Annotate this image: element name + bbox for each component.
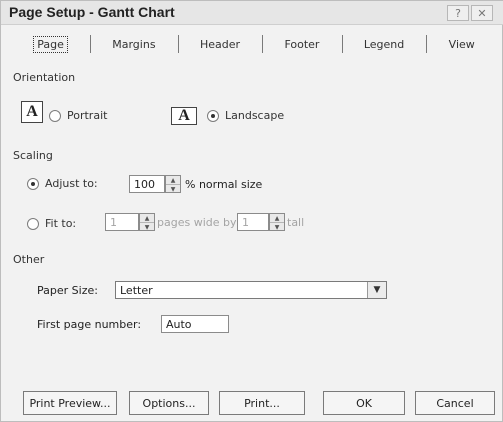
radio-selected-icon [207, 109, 219, 122]
cancel-button[interactable]: Cancel [415, 391, 495, 415]
help-icon: ? [455, 6, 461, 20]
fit-tall-value: 1 [242, 215, 249, 229]
adjust-percent-input[interactable]: 100 [129, 175, 165, 193]
cancel-label: Cancel [436, 396, 474, 410]
ok-label: OK [356, 396, 372, 410]
paper-size-label: Paper Size: [37, 284, 98, 297]
portrait-radio[interactable]: Portrait [49, 109, 107, 122]
spin-up-icon: ▲ [144, 214, 150, 222]
landscape-glyph: A [178, 107, 190, 124]
landscape-page-icon: A [171, 107, 197, 125]
portrait-page-icon: A [21, 101, 43, 123]
tab-label: Header [199, 37, 241, 51]
print-preview-label: Print Preview... [29, 396, 111, 410]
tab-legend[interactable]: Legend [341, 33, 427, 55]
spin-down-icon: ▼ [166, 184, 180, 193]
options-button[interactable]: Options... [129, 391, 209, 415]
fit-wide-suffix: pages wide by [157, 216, 237, 229]
landscape-radio[interactable]: Landscape [207, 109, 284, 122]
adjust-to-radio[interactable]: Adjust to: [27, 177, 98, 190]
tab-label: View [448, 37, 475, 51]
tab-footer[interactable]: Footer [262, 33, 341, 55]
fit-tall-suffix: tall [287, 216, 305, 229]
options-label: Options... [142, 396, 196, 410]
dialog-title: Page Setup - Gantt Chart [9, 4, 175, 20]
portrait-label: Portrait [67, 109, 108, 122]
adjust-suffix: % normal size [185, 178, 263, 191]
tab-label: Margins [112, 37, 156, 51]
close-button[interactable]: ✕ [471, 5, 493, 21]
radio-circle-icon [27, 217, 39, 230]
spin-up-icon: ▲ [274, 214, 280, 222]
chevron-down-icon: ▼ [367, 282, 386, 298]
fit-wide-spinner[interactable]: ▲ ▼ [139, 213, 155, 231]
tab-header[interactable]: Header [177, 33, 262, 55]
paper-size-value: Letter [120, 283, 153, 297]
first-page-value: Auto [166, 317, 192, 331]
portrait-glyph: A [26, 103, 38, 120]
ok-button[interactable]: OK [323, 391, 405, 415]
adjust-to-label: Adjust to: [45, 177, 98, 190]
tab-strip: Page Margins Header Footer Legend View [11, 33, 497, 55]
page-setup-dialog: Page Setup - Gantt Chart ? ✕ Page Margin… [0, 0, 503, 422]
scaling-label: Scaling [13, 149, 53, 162]
spin-up-icon: ▲ [170, 176, 176, 184]
spin-down-icon: ▼ [140, 222, 154, 231]
title-bar: Page Setup - Gantt Chart ? ✕ [1, 1, 503, 25]
tab-label: Page [33, 35, 68, 53]
print-preview-button[interactable]: Print Preview... [23, 391, 117, 415]
fit-tall-input[interactable]: 1 [237, 213, 269, 231]
first-page-label: First page number: [37, 318, 142, 331]
adjust-value: 100 [134, 177, 155, 191]
adjust-spinner[interactable]: ▲ ▼ [165, 175, 181, 193]
fit-to-radio[interactable]: Fit to: [27, 217, 76, 230]
tab-page[interactable]: Page [11, 33, 90, 55]
tab-margins[interactable]: Margins [90, 33, 178, 55]
landscape-label: Landscape [225, 109, 285, 122]
spin-down-icon: ▼ [270, 222, 284, 231]
radio-selected-icon [27, 177, 39, 190]
radio-circle-icon [49, 109, 61, 122]
fit-wide-input[interactable]: 1 [105, 213, 139, 231]
tab-view[interactable]: View [426, 33, 497, 55]
other-label: Other [13, 253, 45, 266]
orientation-label: Orientation [13, 71, 76, 84]
fit-to-label: Fit to: [45, 217, 77, 230]
paper-size-select[interactable]: Letter ▼ [115, 281, 387, 299]
close-icon: ✕ [477, 6, 487, 20]
tab-label: Footer [284, 37, 320, 51]
print-button[interactable]: Print... [219, 391, 305, 415]
first-page-input[interactable]: Auto [161, 315, 229, 333]
tab-label: Legend [363, 37, 405, 51]
print-label: Print... [244, 396, 280, 410]
fit-tall-spinner[interactable]: ▲ ▼ [269, 213, 285, 231]
fit-wide-value: 1 [110, 215, 117, 229]
help-button[interactable]: ? [447, 5, 469, 21]
